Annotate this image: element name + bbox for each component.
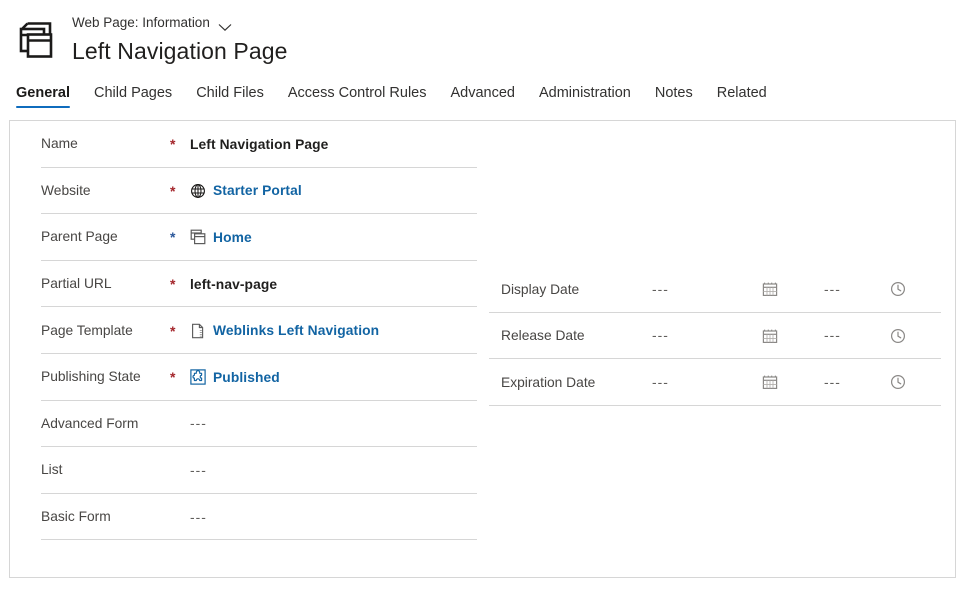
document-icon xyxy=(190,323,206,339)
field-label: Parent Page xyxy=(41,229,118,245)
form-row-list: List --- xyxy=(10,447,489,494)
field-label: List xyxy=(41,462,63,478)
time-picker-button[interactable] xyxy=(890,281,906,297)
stacked-windows-icon xyxy=(190,229,206,245)
calendar-picker-button[interactable] xyxy=(762,374,824,390)
field-value-text: left-nav-page xyxy=(190,276,278,292)
tab-notes[interactable]: Notes xyxy=(643,84,705,110)
field-value[interactable]: Starter Portal xyxy=(190,183,489,199)
field-label: Basic Form xyxy=(41,509,111,525)
field-value[interactable]: Home xyxy=(190,229,489,245)
field-value-link[interactable]: Published xyxy=(213,370,280,385)
field-value-text: --- xyxy=(190,509,207,525)
form-grid: Name * Left Navigation Page Website * Starter… xyxy=(10,121,955,577)
clock-icon xyxy=(890,374,906,390)
required-marker: * xyxy=(170,182,176,199)
form-row-publishing-state: Publishing State * Published xyxy=(10,354,489,401)
calendar-icon xyxy=(762,281,778,297)
chevron-down-icon[interactable] xyxy=(218,19,232,31)
field-label: Publishing State xyxy=(41,369,141,385)
required-marker: * xyxy=(170,229,176,246)
form-row-partial-url: Partial URL * left-nav-page xyxy=(10,261,489,308)
field-label: Expiration Date xyxy=(501,374,596,390)
calendar-picker-button[interactable] xyxy=(762,281,824,297)
field-label: Partial URL xyxy=(41,276,112,292)
date-value[interactable]: --- xyxy=(652,328,762,343)
required-marker: * xyxy=(170,369,176,386)
form-row-release-date: Release Date --- --- xyxy=(489,313,953,360)
page-title: Left Navigation Page xyxy=(72,38,288,64)
calendar-icon xyxy=(762,374,778,390)
date-value[interactable]: --- xyxy=(652,375,762,390)
form-row-advanced-form: Advanced Form --- xyxy=(10,401,489,448)
time-value[interactable]: --- xyxy=(824,328,890,343)
field-value-text: Left Navigation Page xyxy=(190,136,329,152)
form-row-basic-form: Basic Form --- xyxy=(10,494,489,541)
clock-icon xyxy=(890,281,906,297)
field-label: Display Date xyxy=(501,281,580,297)
field-value[interactable]: --- xyxy=(190,463,489,478)
field-label: Page Template xyxy=(41,322,133,338)
form-card: Name * Left Navigation Page Website * Starter… xyxy=(9,120,956,578)
form-tab-bar: General Child Pages Child Files Access Cont… xyxy=(0,76,965,110)
required-marker: * xyxy=(170,276,176,293)
field-value-text: --- xyxy=(190,416,207,432)
field-value[interactable]: --- xyxy=(190,416,489,431)
form-row-parent-page: Parent Page * Home xyxy=(10,214,489,261)
field-value[interactable]: Left Navigation Page xyxy=(190,137,489,152)
form-column-left: Name * Left Navigation Page Website * Starter… xyxy=(10,121,489,540)
field-value[interactable]: Weblinks Left Navigation xyxy=(190,323,489,339)
puzzle-box-icon xyxy=(190,369,206,385)
field-value[interactable]: --- xyxy=(190,510,489,525)
form-row-name: Name * Left Navigation Page xyxy=(10,121,489,168)
tab-access-control-rules[interactable]: Access Control Rules xyxy=(276,84,439,110)
field-value[interactable]: Published xyxy=(190,369,489,385)
clock-icon xyxy=(890,328,906,344)
date-value[interactable]: --- xyxy=(652,282,762,297)
time-value[interactable]: --- xyxy=(824,282,890,297)
field-value-link[interactable]: Starter Portal xyxy=(213,183,302,198)
form-row-display-date: Display Date --- --- xyxy=(489,266,953,313)
web-pages-icon xyxy=(14,16,60,62)
field-value-link[interactable]: Home xyxy=(213,230,252,245)
time-picker-button[interactable] xyxy=(890,374,906,390)
field-value[interactable]: left-nav-page xyxy=(190,277,489,292)
tab-related[interactable]: Related xyxy=(705,84,779,110)
tab-child-files[interactable]: Child Files xyxy=(184,84,276,110)
field-value-text: --- xyxy=(190,462,207,478)
calendar-picker-button[interactable] xyxy=(762,328,824,344)
form-row-expiration-date: Expiration Date --- --- xyxy=(489,359,953,406)
header-text-block: Web Page: Information Left Navigation Pa… xyxy=(72,12,288,66)
field-label: Website xyxy=(41,182,91,198)
form-row-page-template: Page Template * Weblinks Left Navigation xyxy=(10,307,489,354)
time-value[interactable]: --- xyxy=(824,375,890,390)
globe-icon xyxy=(190,183,206,199)
field-label: Release Date xyxy=(501,328,585,344)
calendar-icon xyxy=(762,328,778,344)
entity-breadcrumb[interactable]: Web Page: Information xyxy=(72,14,288,32)
field-value-link[interactable]: Weblinks Left Navigation xyxy=(213,323,379,338)
tab-advanced[interactable]: Advanced xyxy=(438,84,527,110)
field-label: Name xyxy=(41,136,78,152)
tab-child-pages[interactable]: Child Pages xyxy=(82,84,184,110)
form-column-right: Display Date --- --- Release Date --- --- Expi… xyxy=(489,266,953,406)
entity-label: Web Page: Information xyxy=(72,15,210,30)
tab-administration[interactable]: Administration xyxy=(527,84,643,110)
time-picker-button[interactable] xyxy=(890,328,906,344)
required-marker: * xyxy=(170,136,176,153)
tab-general[interactable]: General xyxy=(8,84,82,110)
form-row-website: Website * Starter Portal xyxy=(10,168,489,215)
page-header: Web Page: Information Left Navigation Pa… xyxy=(0,0,965,76)
field-label: Advanced Form xyxy=(41,415,139,431)
required-marker: * xyxy=(170,322,176,339)
